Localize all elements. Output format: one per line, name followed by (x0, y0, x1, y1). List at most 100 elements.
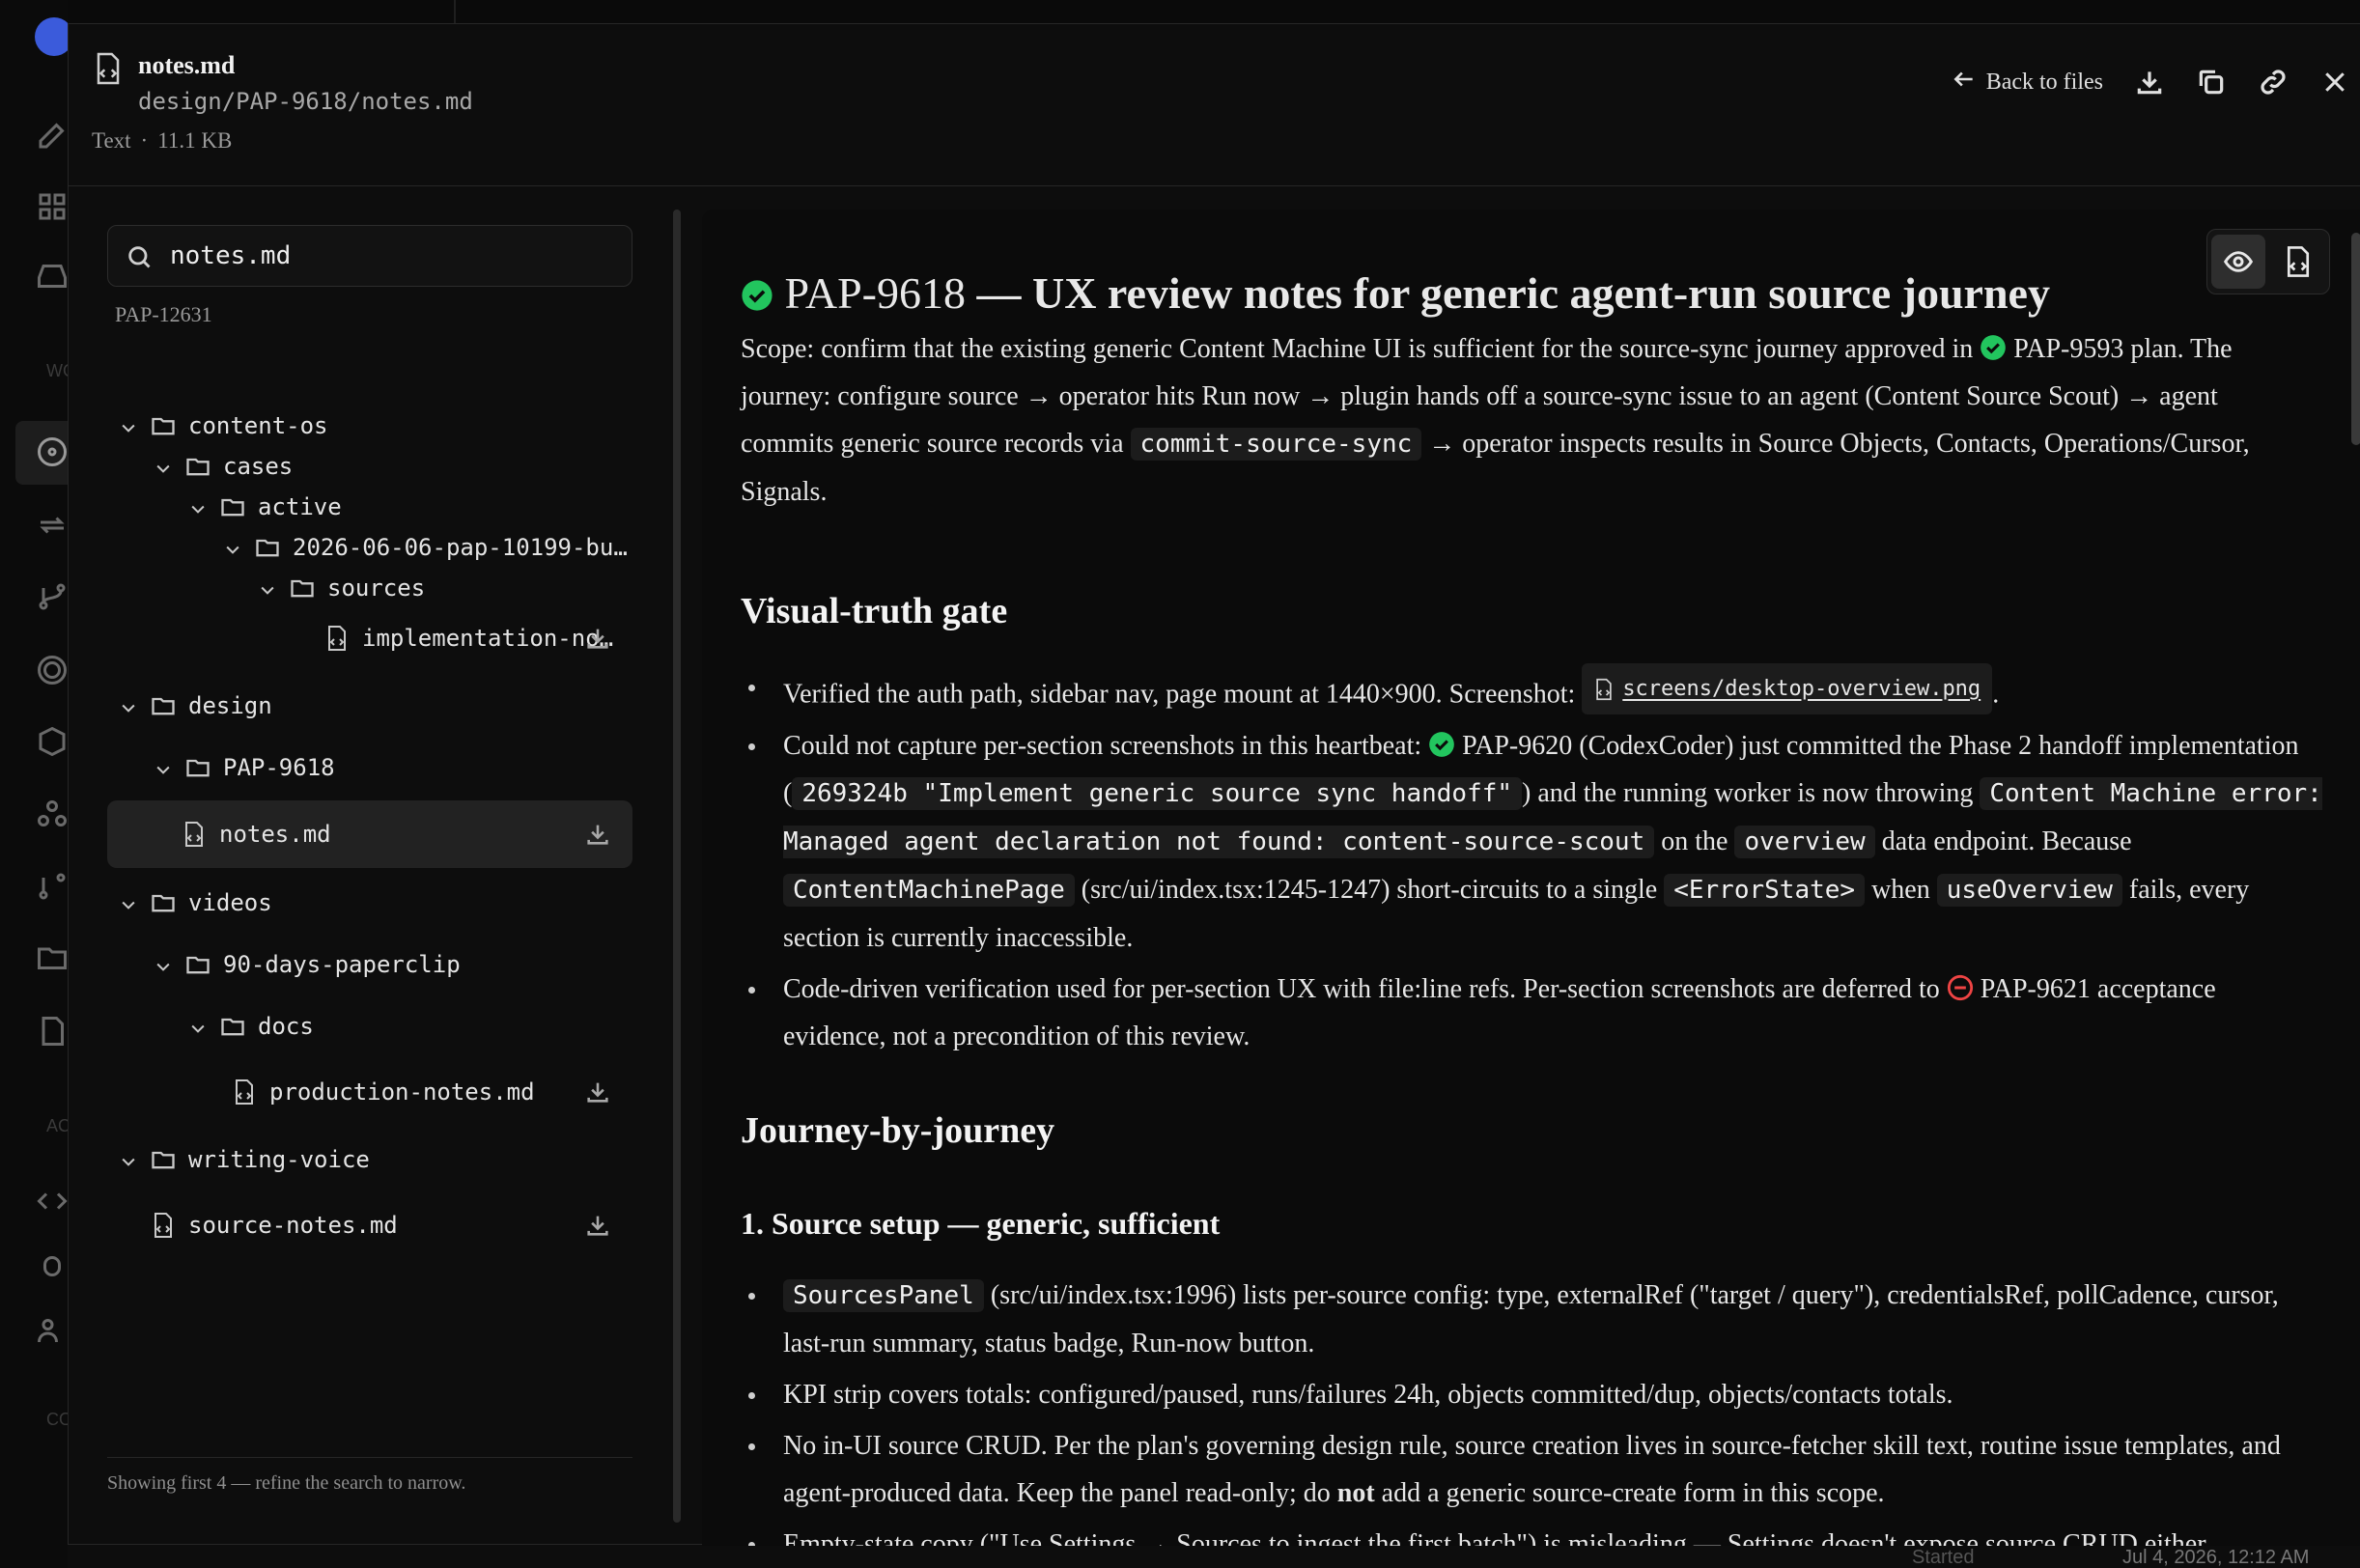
file-title: notes.md (138, 51, 236, 79)
inline-code: commit-source-sync (1130, 428, 1422, 461)
meta-separator: · (140, 128, 149, 153)
bug-icon[interactable] (35, 1247, 70, 1282)
file-code-icon (150, 1212, 177, 1239)
folder-icon (150, 692, 177, 719)
issue-link[interactable]: PAP-9621 (1981, 974, 2091, 1004)
tree-folder[interactable]: 90-days-paperclip (107, 934, 632, 995)
background-footer: Started Jul 4, 2026, 12:12 AM (68, 1545, 2360, 1568)
list-text: Could not capture per-section screenshot… (783, 730, 1429, 761)
chevron-down-icon (119, 1150, 138, 1169)
tree-folder[interactable]: design (107, 675, 632, 737)
file-search-input[interactable] (170, 236, 614, 276)
close-icon[interactable] (2318, 65, 2352, 99)
download-icon[interactable] (584, 821, 611, 848)
tree-item-label: design (188, 692, 272, 719)
tree-file[interactable]: implementation-no… (107, 607, 632, 669)
folder-icon (184, 951, 211, 978)
copy-icon[interactable] (2194, 65, 2229, 99)
folder-icon (289, 574, 316, 602)
users-icon[interactable] (35, 1313, 70, 1348)
title-text: — UX review notes for generic agent-run … (965, 268, 2050, 318)
package-icon[interactable] (35, 724, 70, 759)
tree-folder[interactable]: PAP-9618 (107, 737, 632, 798)
list-text: when (1865, 874, 1937, 905)
goal-icon[interactable] (35, 653, 70, 687)
tree-file[interactable]: source-notes.md (107, 1194, 632, 1256)
bullet-list: Verified the auth path, sidebar nav, pag… (741, 663, 2324, 1064)
tree-item-label: implementation-no… (362, 625, 614, 652)
chevron-down-icon (223, 538, 242, 557)
bullet-list: SourcesPanel (src/ui/index.tsx:1996) lis… (741, 1272, 2324, 1546)
tree-folder[interactable]: writing-voice (107, 1129, 632, 1190)
list-text: KPI strip covers totals: configured/paus… (783, 1380, 1953, 1410)
code-icon[interactable] (35, 1184, 70, 1218)
file-search[interactable] (107, 225, 632, 287)
document-scrollbar[interactable] (2351, 233, 2360, 445)
check-circle-icon (1428, 731, 1455, 758)
chevron-down-icon (119, 416, 138, 435)
tree-item-label: 90-days-paperclip (223, 951, 461, 978)
file-chip-label: screens/desktop-overview.png (1622, 677, 1981, 701)
list-item: Code-driven verification used for per-se… (741, 966, 2324, 1060)
git-fork-icon[interactable] (35, 869, 70, 904)
chevron-down-icon (154, 758, 173, 777)
back-to-files-button[interactable]: Back to files (1952, 67, 2103, 98)
tree-file[interactable]: production-notes.md (107, 1061, 632, 1123)
chevron-down-icon (119, 696, 138, 715)
issue-link[interactable]: PAP-9618 (785, 268, 966, 318)
tree-item-label: notes.md (219, 821, 331, 848)
download-icon[interactable] (584, 625, 611, 652)
arrow-left-icon (1952, 67, 1977, 98)
list-item: SourcesPanel (src/ui/index.tsx:1996) lis… (741, 1272, 2324, 1367)
file-chip[interactable]: screens/desktop-overview.png (1582, 663, 1993, 714)
inline-code: ContentMachinePage (783, 873, 1075, 907)
chevron-down-icon (188, 1017, 208, 1036)
tree-folder[interactable]: videos (107, 872, 632, 934)
tree-footer-note: Showing first 4 — refine the search to n… (107, 1472, 466, 1494)
tree-scrollbar[interactable] (673, 210, 681, 1523)
folder-icon (150, 1146, 177, 1173)
issue-link[interactable]: PAP-9620 (1462, 731, 1572, 761)
list-item: Could not capture per-section screenshot… (741, 722, 2324, 962)
tree-item-label: PAP-9618 (223, 754, 335, 781)
grid-icon[interactable] (35, 189, 70, 224)
download-icon[interactable] (584, 1212, 611, 1239)
check-circle-icon (741, 279, 773, 312)
eye-icon[interactable] (2211, 235, 2265, 289)
repeat-icon[interactable] (35, 508, 70, 543)
list-item: No in-UI source CRUD. Per the plan's gov… (741, 1422, 2324, 1517)
download-icon[interactable] (2132, 65, 2167, 99)
link-icon[interactable] (2256, 65, 2290, 99)
file-code-icon[interactable] (2271, 235, 2325, 289)
list-text: Empty-state copy ("Use Settings → Source… (783, 1529, 2212, 1546)
target-icon[interactable] (35, 434, 70, 469)
folder-icon[interactable] (35, 940, 70, 975)
file-viewer-modal: notes.md design/PAP-9618/notes.md Text · 1… (68, 23, 2360, 1546)
tree-divider (107, 1457, 632, 1458)
started-label: Started (1912, 1547, 1975, 1568)
list-text: Code-driven verification used for per-se… (783, 973, 1947, 1004)
edit-icon[interactable] (35, 118, 70, 153)
header-actions: Back to files (1952, 61, 2360, 103)
inbox-icon[interactable] (35, 259, 70, 294)
git-branch-icon[interactable] (35, 579, 70, 614)
tree-item-label: videos (188, 889, 272, 916)
inline-code: overview (1734, 825, 1875, 858)
tree-file-selected[interactable]: notes.md (107, 800, 632, 868)
tree-folder[interactable]: docs (107, 995, 632, 1057)
list-text: (src/ui/index.tsx:1245-1247) short-circu… (1074, 874, 1665, 905)
component-icon[interactable] (35, 798, 70, 832)
scope-paragraph: Scope: confirm that the existing generic… (741, 325, 2305, 516)
list-item: Verified the auth path, sidebar nav, pag… (741, 663, 2324, 718)
bold-text: not (1336, 1478, 1375, 1508)
plan-link[interactable]: PAP-9593 plan (2013, 334, 2177, 364)
folder-icon (219, 1013, 246, 1040)
check-circle-icon (1980, 334, 2007, 361)
document-title: PAP-9618 — UX review notes for generic a… (741, 267, 2050, 319)
chevron-down-icon (119, 893, 138, 912)
list-text: ) and the running worker is now throwing (1522, 777, 1981, 808)
document-icon[interactable] (35, 1014, 70, 1049)
back-to-files-label: Back to files (1985, 69, 2103, 95)
download-icon[interactable] (584, 1078, 611, 1106)
list-text: add a generic source-create form in this… (1374, 1478, 1885, 1508)
